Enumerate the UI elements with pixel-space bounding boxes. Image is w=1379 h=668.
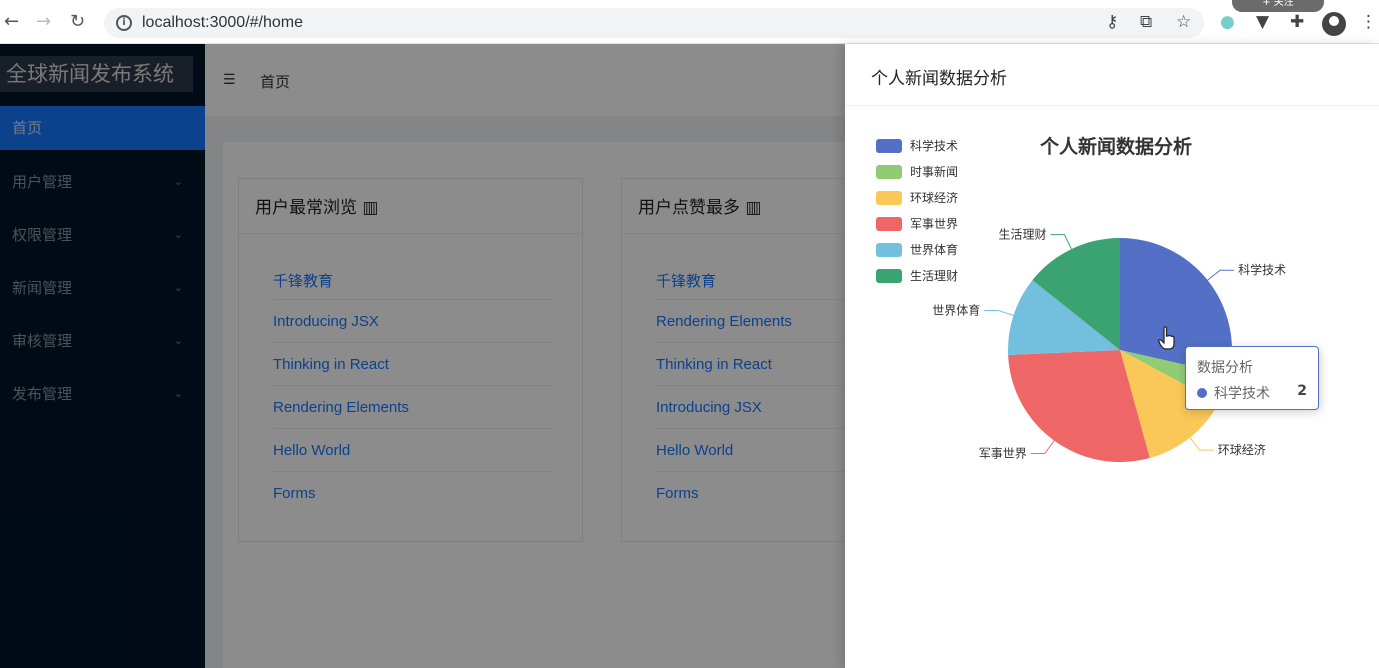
slice-label: 环球经济: [1218, 442, 1266, 457]
slice-label: 世界体育: [932, 302, 980, 317]
forward-icon[interactable]: →: [36, 12, 51, 32]
url-text: localhost:3000/#/home: [142, 14, 303, 31]
key-icon[interactable]: ⚷: [1106, 12, 1118, 32]
bookmark-star-icon[interactable]: ☆: [1176, 12, 1191, 32]
reload-icon[interactable]: ↻: [70, 12, 85, 32]
slice-label: 军事世界: [979, 447, 1027, 461]
info-icon[interactable]: i: [116, 15, 132, 31]
browser-toolbar: ← → ↻ i localhost:3000/#/home ⚷ ⧉ ☆ ● ▼ …: [0, 0, 1379, 44]
vue-devtools-icon[interactable]: ▼: [1256, 12, 1269, 32]
analysis-drawer: 个人新闻数据分析 科学技术 时事新闻 环球经济 军事世界 世界体育 生活理财 个…: [845, 44, 1379, 668]
tooltip-marker: [1197, 388, 1207, 398]
tooltip-value: 2: [1297, 383, 1307, 399]
back-icon[interactable]: ←: [4, 12, 19, 32]
slice-label: 生活理财: [998, 228, 1046, 242]
puzzle-icon[interactable]: ✚: [1290, 12, 1304, 32]
more-icon[interactable]: ⋮: [1360, 12, 1377, 32]
follow-pill[interactable]: + 关注: [1232, 0, 1324, 12]
label-line: [1207, 269, 1235, 281]
tooltip-name: 科学技术: [1214, 386, 1270, 402]
hand-cursor-icon: [1158, 326, 1175, 350]
label-line: [1189, 437, 1214, 451]
chart-tooltip: 数据分析 科学技术 2: [1185, 346, 1319, 410]
label-line: [1050, 234, 1072, 250]
translate-icon[interactable]: ⧉: [1140, 12, 1152, 32]
label-line: [984, 309, 1014, 316]
slice-label: 科学技术: [1238, 262, 1286, 277]
extension-icon[interactable]: ●: [1220, 12, 1235, 32]
tooltip-title: 数据分析: [1197, 360, 1253, 376]
profile-avatar[interactable]: [1322, 12, 1346, 36]
drawer-mask[interactable]: [0, 44, 845, 668]
label-line: [1030, 440, 1055, 455]
address-bar[interactable]: i localhost:3000/#/home: [104, 8, 1204, 38]
